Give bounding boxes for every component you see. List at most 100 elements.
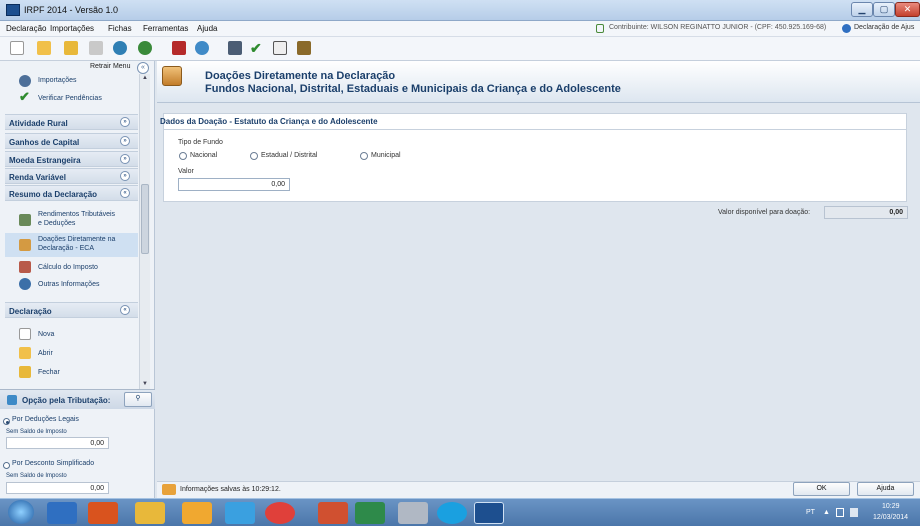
sidebar-item-importacoes[interactable]: Importações xyxy=(5,75,138,87)
opcao-title: Opção pela Tributação: xyxy=(22,396,111,405)
ok-button[interactable]: OK xyxy=(793,482,850,496)
valor-input[interactable]: 0,00 xyxy=(178,178,290,191)
menu-declaracao[interactable]: Declaração xyxy=(6,24,46,33)
taskbar-app-notes-icon[interactable] xyxy=(398,502,428,524)
scroll-thumb[interactable] xyxy=(141,184,149,254)
form-title: Dados da Doação - Estatuto da Criança e … xyxy=(160,117,378,126)
section-resumo-da-declaracao[interactable]: Resumo da Declaração « xyxy=(5,185,138,201)
clock-time[interactable]: 10:29 xyxy=(882,503,900,510)
sidebar-scrollbar[interactable]: ▲ ▼ xyxy=(139,74,150,392)
ajuda-button[interactable]: Ajuda xyxy=(857,482,914,496)
taskbar-app-irpf-icon[interactable] xyxy=(474,502,504,524)
taskbar-app-office-icon[interactable] xyxy=(88,502,118,524)
globe-icon[interactable] xyxy=(195,41,209,55)
deducoes-legais-label[interactable]: Por Deduções Legais xyxy=(12,416,79,423)
sidebar-item-outras-informacoes[interactable]: Outras Informações xyxy=(5,277,138,291)
start-button[interactable] xyxy=(8,500,34,524)
open-icon[interactable] xyxy=(37,41,51,55)
taskbar-app-excel-icon[interactable] xyxy=(355,502,385,524)
menu-ajuda[interactable]: Ajuda xyxy=(197,24,217,33)
sidebar-item-doacoes-eca[interactable]: Doações Diretamente na Declaração - ECA xyxy=(5,233,138,257)
check-icon: ✔ xyxy=(19,89,30,104)
radio-municipal-label[interactable]: Municipal xyxy=(371,152,401,159)
toolbar: ✔ xyxy=(0,37,920,61)
collapse-menu-button[interactable]: « xyxy=(137,62,149,74)
valor-label: Valor xyxy=(178,168,194,175)
section-moeda-estrangeira[interactable]: Moeda Estrangeira » xyxy=(5,151,138,167)
taskbar-app-skype-icon[interactable] xyxy=(437,502,467,524)
contribuinte-label: Contribuinte: WILSON REGINATTO JUNIOR - … xyxy=(609,24,827,31)
section-label: Declaração xyxy=(9,307,52,316)
chevron-down-icon: » xyxy=(120,171,130,181)
network-icon[interactable] xyxy=(138,41,152,55)
menu-fichas[interactable]: Fichas xyxy=(108,24,132,33)
rendimentos-icon xyxy=(19,214,31,226)
close-button[interactable]: ✕ xyxy=(895,2,920,17)
volume-icon[interactable] xyxy=(850,508,858,517)
sidebar-item-label: Importações xyxy=(38,77,77,84)
sidebar-item-abrir[interactable]: Abrir xyxy=(5,346,138,360)
book-icon[interactable] xyxy=(297,41,311,55)
maximize-button[interactable]: ▢ xyxy=(873,2,895,17)
print-icon[interactable] xyxy=(228,41,242,55)
clock-date[interactable]: 12/03/2014 xyxy=(873,514,908,521)
deducoes-value: 0,00 xyxy=(6,437,109,449)
retrair-menu-label[interactable]: Retrair Menu xyxy=(90,63,130,70)
section-declaracao[interactable]: Declaração « xyxy=(5,302,138,318)
taskbar-app-ie-icon[interactable] xyxy=(225,502,255,524)
radio-municipal[interactable] xyxy=(360,152,368,160)
section-ganhos-de-capital[interactable]: Ganhos de Capital » xyxy=(5,133,138,149)
language-indicator[interactable]: PT xyxy=(806,509,815,516)
sidebar-item-calculo-imposto[interactable]: Cálculo do Imposto xyxy=(5,260,138,274)
section-label: Renda Variável xyxy=(9,173,66,182)
search-button[interactable]: ⚲ xyxy=(124,392,152,407)
menu-importacoes[interactable]: Importações xyxy=(50,24,94,33)
sync-icon[interactable] xyxy=(113,41,127,55)
check-icon[interactable]: ✔ xyxy=(250,41,264,55)
sidebar-item-fechar[interactable]: Fechar xyxy=(5,365,138,379)
desconto-simplificado-label[interactable]: Por Desconto Simplificado xyxy=(12,460,94,467)
taskbar-app-powerpoint-icon[interactable] xyxy=(318,502,348,524)
sidebar-item-label: Cálculo do Imposto xyxy=(38,264,98,271)
folder-icon[interactable] xyxy=(64,41,78,55)
chevron-down-icon: » xyxy=(120,136,130,146)
save-icon[interactable] xyxy=(172,41,186,55)
menu-ferramentas[interactable]: Ferramentas xyxy=(143,24,188,33)
document-icon[interactable] xyxy=(273,41,287,55)
trash-icon[interactable] xyxy=(89,41,103,55)
sidebar-item-nova[interactable]: Nova xyxy=(5,327,138,341)
page-subtitle: Fundos Nacional, Distrital, Estaduais e … xyxy=(205,83,621,95)
sidebar-item-verificar-pendencias[interactable]: ✔ Verificar Pendências xyxy=(5,90,138,106)
tray-expand-icon[interactable]: ▲ xyxy=(823,509,830,516)
info-icon xyxy=(842,24,851,33)
section-renda-variavel[interactable]: Renda Variável » xyxy=(5,168,138,184)
taskbar-app-folder-icon[interactable] xyxy=(135,502,165,524)
sidebar-item-label: Fechar xyxy=(38,369,60,376)
declaracao-ajuste-label: Declaração de Ajus xyxy=(854,24,915,31)
taskbar-app-outlook-icon[interactable] xyxy=(182,502,212,524)
saved-status-text: Informações salvas às 10:29:12. xyxy=(180,486,281,493)
scroll-up-icon[interactable]: ▲ xyxy=(140,75,150,85)
section-atividade-rural[interactable]: Atividade Rural » xyxy=(5,114,138,130)
radio-desconto-simplificado[interactable] xyxy=(3,462,10,469)
folder-icon xyxy=(19,366,31,378)
taskbar-app-explorer-icon[interactable] xyxy=(47,502,77,524)
network-icon[interactable] xyxy=(836,508,844,517)
section-label: Resumo da Declaração xyxy=(9,190,98,199)
title-bar: IRPF 2014 - Versão 1.0 ▁ ▢ ✕ xyxy=(0,0,920,21)
radio-deducoes-legais[interactable] xyxy=(3,418,10,425)
minimize-button[interactable]: ▁ xyxy=(851,2,873,17)
open-icon xyxy=(19,347,31,359)
new-icon[interactable] xyxy=(10,41,24,55)
radio-nacional[interactable] xyxy=(179,152,187,160)
chevron-up-icon: « xyxy=(120,305,130,315)
sidebar-item-label: Outras Informações xyxy=(38,281,100,288)
taskbar-app-chrome-icon[interactable] xyxy=(265,502,295,524)
simplificado-status: Sem Saldo de Imposto xyxy=(6,473,67,479)
sidebar-item-rendimentos[interactable]: Rendimentos Tributáveis e Deduções xyxy=(5,208,138,232)
radio-nacional-label[interactable]: Nacional xyxy=(190,152,217,159)
radio-estadual-distrital[interactable] xyxy=(250,152,258,160)
opcao-tributacao-header: Opção pela Tributação: ⚲ xyxy=(0,389,155,409)
radio-estadual-label[interactable]: Estadual / Distrital xyxy=(261,152,317,159)
section-label: Moeda Estrangeira xyxy=(9,156,81,165)
